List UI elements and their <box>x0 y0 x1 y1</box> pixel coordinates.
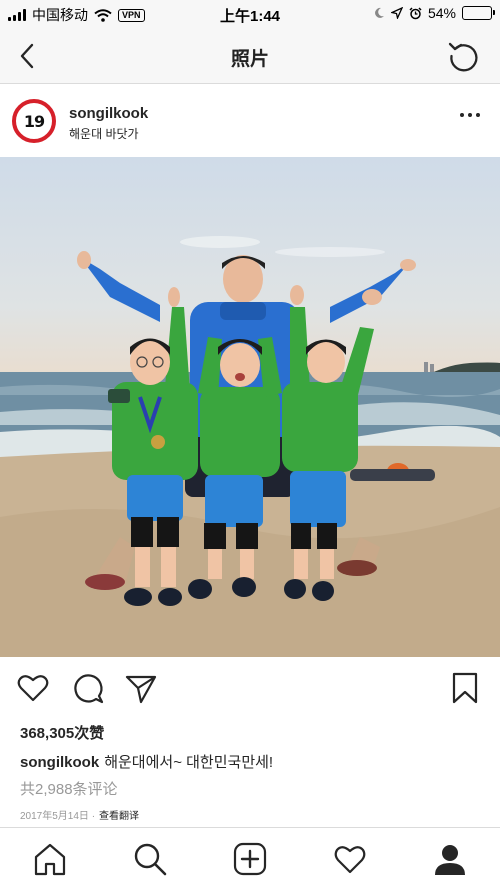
alarm-icon <box>409 6 422 19</box>
avatar-badge-text: 19 <box>23 111 45 131</box>
refresh-icon[interactable] <box>446 38 482 74</box>
beach-photo-illustration <box>0 236 500 657</box>
battery-percent: 54% <box>427 5 456 21</box>
profile-icon[interactable] <box>432 841 468 877</box>
bookmark-icon[interactable] <box>448 671 482 705</box>
heart-icon[interactable] <box>16 671 50 705</box>
add-post-icon[interactable] <box>232 841 268 877</box>
post-username[interactable]: songilkook <box>69 105 148 122</box>
post-location[interactable]: 해운대 바닷가 <box>69 125 139 142</box>
caption-username[interactable]: songilkook <box>20 754 99 771</box>
translate-link[interactable]: 查看翻译 <box>99 811 139 822</box>
status-right: 54% <box>374 5 495 21</box>
location-arrow-icon <box>390 7 403 19</box>
page-title: 照片 <box>230 49 269 70</box>
caption-text: 해운대에서~ 대한민국만세! <box>104 754 274 771</box>
post-photo[interactable] <box>0 157 500 657</box>
post-header: 19 songilkook 해운대 바닷가 <box>0 85 500 157</box>
view-comments-link[interactable]: 共2,988条评论 <box>20 778 118 799</box>
post-date: 2017年5月14日 · <box>20 811 96 822</box>
share-icon[interactable] <box>124 671 158 705</box>
post-meta: 2017年5月14日 · 查看翻译 <box>20 807 139 822</box>
status-bar: 中国移动 VPN 上午1:44 54% <box>0 0 500 28</box>
more-dots-icon[interactable] <box>460 113 480 117</box>
post-caption: songilkook 해운대에서~ 대한민국만세! <box>20 751 273 772</box>
avatar[interactable]: 19 <box>12 99 56 143</box>
search-icon[interactable] <box>132 841 168 877</box>
battery-icon <box>462 6 495 20</box>
activity-heart-icon[interactable] <box>332 841 368 877</box>
nav-header: 照片 <box>0 28 500 84</box>
post-actions <box>0 657 500 717</box>
comment-icon[interactable] <box>71 671 105 705</box>
like-count[interactable]: 368,305次赞 <box>20 722 104 743</box>
moon-icon <box>375 7 384 18</box>
bottom-tab-bar <box>0 827 500 889</box>
home-icon[interactable] <box>32 841 68 877</box>
